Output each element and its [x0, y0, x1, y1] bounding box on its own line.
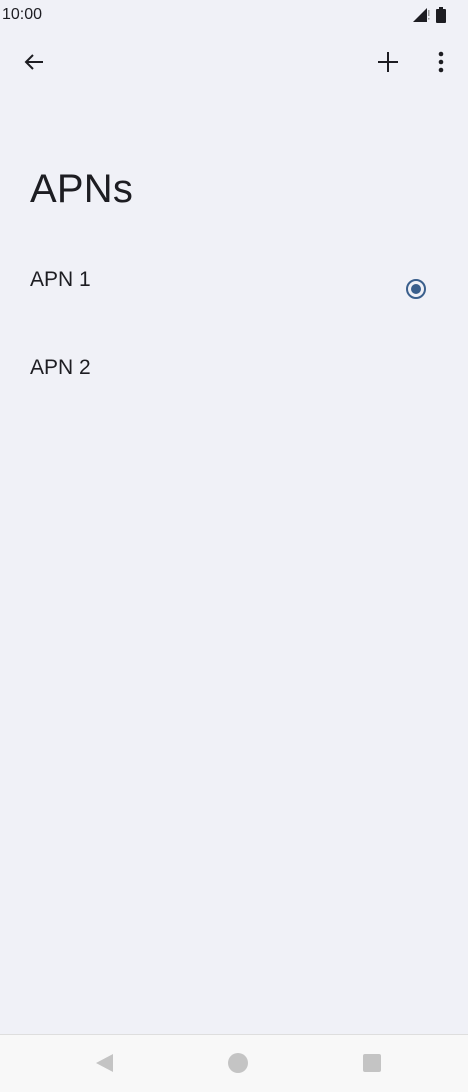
- toolbar: [0, 40, 468, 88]
- add-apn-button[interactable]: [366, 42, 410, 86]
- plus-icon: [377, 51, 399, 78]
- nav-home-icon: [227, 1052, 249, 1079]
- apn-radio-selected[interactable]: [406, 279, 426, 299]
- status-time: 10:00: [2, 6, 43, 23]
- apn-list: APN 1 APN 2: [0, 236, 468, 412]
- page-title: APNs: [30, 167, 134, 211]
- nav-back-button[interactable]: [89, 1050, 119, 1080]
- navigation-bar: [0, 1034, 468, 1092]
- back-button[interactable]: [12, 42, 56, 86]
- nav-recents-icon: [361, 1052, 383, 1079]
- nav-back-icon: [93, 1052, 115, 1079]
- more-options-button[interactable]: [419, 42, 463, 86]
- nav-recents-button[interactable]: [357, 1050, 387, 1080]
- status-icons: [412, 7, 446, 28]
- more-vertical-icon: [438, 51, 444, 78]
- signal-icon: [412, 7, 430, 28]
- apn-name: APN 1: [30, 268, 91, 291]
- list-item[interactable]: APN 1: [0, 236, 468, 324]
- battery-icon: [436, 7, 446, 28]
- apn-screen: 10:00 APNs APN 1 APN 2: [0, 0, 468, 1092]
- arrow-left-icon: [23, 51, 45, 78]
- list-item[interactable]: APN 2: [0, 324, 468, 412]
- nav-home-button[interactable]: [223, 1050, 253, 1080]
- status-bar: 10:00: [0, 0, 468, 32]
- radio-dot: [411, 284, 421, 294]
- apn-name: APN 2: [30, 356, 91, 379]
